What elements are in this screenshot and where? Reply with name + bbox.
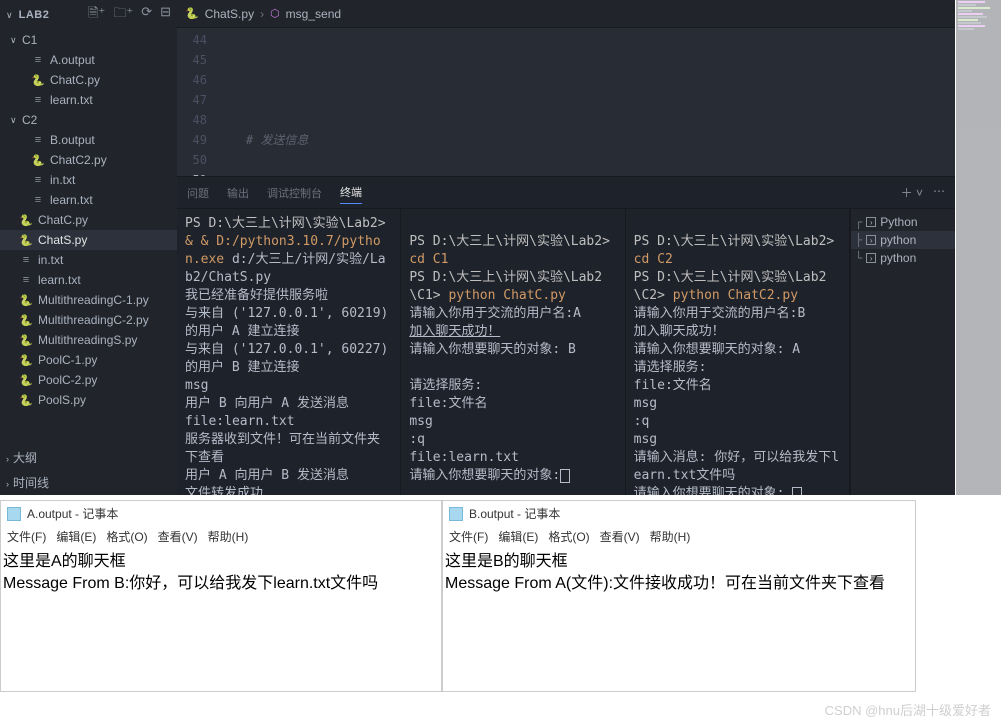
notepad-a-window: A.output - 记事本 文件(F) 编辑(E) 格式(O) 查看(V) 帮… xyxy=(0,500,442,692)
file-item[interactable]: ≡learn.txt xyxy=(0,90,177,110)
terminal-3[interactable]: PS D:\大三上\计网\实验\Lab2> cd C2 PS D:\大三上\计网… xyxy=(626,209,850,495)
explorer-sidebar: ∨ LAB2 🗎⁺ 🗀⁺ ⟳ ⊟ ∨C1 ≡A.output 🐍ChatC.py… xyxy=(0,0,177,495)
file-item[interactable]: 🐍MultithreadingS.py xyxy=(0,330,177,350)
minimap[interactable] xyxy=(956,0,1001,495)
bottom-panel: 问题 输出 调试控制台 终端 ＋ ˅ ⋯ PS D:\大三上\计网\实验\Lab… xyxy=(177,176,955,495)
notepad-titlebar[interactable]: A.output - 记事本 xyxy=(1,501,441,526)
notepad-menu: 文件(F) 编辑(E) 格式(O) 查看(V) 帮助(H) xyxy=(443,526,915,547)
timeline-section[interactable]: ›时间线 xyxy=(0,470,177,495)
file-item[interactable]: 🐍PoolC-2.py xyxy=(0,370,177,390)
tab-debug[interactable]: 调试控制台 xyxy=(267,182,322,204)
file-tree: ∨C1 ≡A.output 🐍ChatC.py ≡learn.txt ∨C2 ≡… xyxy=(0,30,177,445)
file-item[interactable]: ≡in.txt xyxy=(0,170,177,190)
menu-view[interactable]: 查看(V) xyxy=(600,528,640,545)
notepad-icon xyxy=(7,507,21,521)
new-terminal-icon[interactable]: ＋ ˅ xyxy=(901,184,923,201)
notepad-b-window: B.output - 记事本 文件(F) 编辑(E) 格式(O) 查看(V) 帮… xyxy=(442,500,916,692)
notepad-body[interactable]: 这里是B的聊天框 Message From A(文件):文件接收成功！可在当前文… xyxy=(443,547,915,599)
window-title: A.output - 记事本 xyxy=(27,505,118,522)
python-file-icon: 🐍 xyxy=(185,7,199,20)
folder-c2[interactable]: ∨C2 xyxy=(0,110,177,130)
menu-edit[interactable]: 编辑(E) xyxy=(56,528,96,545)
new-folder-icon[interactable]: 🗀⁺ xyxy=(113,4,133,26)
panel-tabs: 问题 输出 调试控制台 终端 ＋ ˅ ⋯ xyxy=(177,177,955,209)
breadcrumb-bar[interactable]: 🐍 ChatS.py › ⬡ msg_send xyxy=(177,0,955,28)
refresh-icon[interactable]: ⟳ xyxy=(141,4,152,26)
menu-file[interactable]: 文件(F) xyxy=(7,528,46,545)
window-title: B.output - 记事本 xyxy=(469,505,560,522)
code-editor[interactable]: 44 45 46 47 48 49 50 51 # 发送信息 def msg_s… xyxy=(177,28,955,176)
terminal-2[interactable]: PS D:\大三上\计网\实验\Lab2> cd C1 PS D:\大三上\计网… xyxy=(401,209,625,495)
tab-problems[interactable]: 问题 xyxy=(187,182,209,204)
terminal-1[interactable]: PS D:\大三上\计网\实验\Lab2> & & D:/python3.10.… xyxy=(177,209,401,495)
new-file-icon[interactable]: 🗎⁺ xyxy=(88,4,105,26)
collapse-icon[interactable]: ⊟ xyxy=(160,4,171,26)
breadcrumb-symbol[interactable]: msg_send xyxy=(286,7,341,21)
notepad-icon xyxy=(449,507,463,521)
chevron-down-icon: ∨ xyxy=(6,10,13,21)
more-icon[interactable]: ⋯ xyxy=(933,184,945,201)
file-item[interactable]: 🐍PoolS.py xyxy=(0,390,177,410)
terminals-grid: PS D:\大三上\计网\实验\Lab2> & & D:/python3.10.… xyxy=(177,209,955,495)
file-item[interactable]: ≡learn.txt xyxy=(0,270,177,290)
notepad-menu: 文件(F) 编辑(E) 格式(O) 查看(V) 帮助(H) xyxy=(1,526,441,547)
breadcrumb-file[interactable]: ChatS.py xyxy=(205,7,254,21)
file-item[interactable]: 🐍PoolC-1.py xyxy=(0,350,177,370)
file-item[interactable]: 🐍MultithreadingC-1.py xyxy=(0,290,177,310)
file-item[interactable]: 🐍ChatC.py xyxy=(0,210,177,230)
notepad-body[interactable]: 这里是A的聊天框 Message From B:你好，可以给我发下learn.t… xyxy=(1,547,441,599)
terminal-list-item[interactable]: └›python xyxy=(851,249,955,267)
file-item[interactable]: 🐍MultithreadingC-2.py xyxy=(0,310,177,330)
ide-window: ∨ LAB2 🗎⁺ 🗀⁺ ⟳ ⊟ ∨C1 ≡A.output 🐍ChatC.py… xyxy=(0,0,955,495)
watermark: CSDN @hnu后湖十级爱好者 xyxy=(825,700,991,719)
tab-terminal[interactable]: 终端 xyxy=(340,181,362,204)
file-item-active[interactable]: 🐍ChatS.py xyxy=(0,230,177,250)
file-item[interactable]: 🐍ChatC.py xyxy=(0,70,177,90)
menu-help[interactable]: 帮助(H) xyxy=(208,528,249,545)
notepad-titlebar[interactable]: B.output - 记事本 xyxy=(443,501,915,526)
chevron-right-icon: › xyxy=(260,7,264,21)
menu-format[interactable]: 格式(O) xyxy=(106,528,147,545)
editor-main: 🐍 ChatS.py › ⬡ msg_send 44 45 46 47 48 4… xyxy=(177,0,955,495)
line-gutter: 44 45 46 47 48 49 50 51 xyxy=(177,28,217,176)
menu-edit[interactable]: 编辑(E) xyxy=(498,528,538,545)
file-item[interactable]: 🐍ChatC2.py xyxy=(0,150,177,170)
function-icon: ⬡ xyxy=(270,7,280,20)
menu-file[interactable]: 文件(F) xyxy=(449,528,488,545)
project-name: LAB2 xyxy=(19,9,50,21)
outline-section[interactable]: ›大纲 xyxy=(0,445,177,470)
tab-output[interactable]: 输出 xyxy=(227,182,249,204)
file-item[interactable]: ≡A.output xyxy=(0,50,177,70)
menu-help[interactable]: 帮助(H) xyxy=(650,528,691,545)
menu-format[interactable]: 格式(O) xyxy=(548,528,589,545)
file-item[interactable]: ≡in.txt xyxy=(0,250,177,270)
file-item[interactable]: ≡B.output xyxy=(0,130,177,150)
folder-c1[interactable]: ∨C1 xyxy=(0,30,177,50)
code-area[interactable]: # 发送信息 def msg_send(content, clientSocke… xyxy=(217,28,955,176)
menu-view[interactable]: 查看(V) xyxy=(158,528,198,545)
terminal-list-item[interactable]: ├›python xyxy=(851,231,955,249)
terminal-list: ┌›Python ├›python └›python xyxy=(850,209,955,495)
file-item[interactable]: ≡learn.txt xyxy=(0,190,177,210)
terminal-list-item[interactable]: ┌›Python xyxy=(851,213,955,231)
explorer-header[interactable]: ∨ LAB2 🗎⁺ 🗀⁺ ⟳ ⊟ xyxy=(0,0,177,30)
